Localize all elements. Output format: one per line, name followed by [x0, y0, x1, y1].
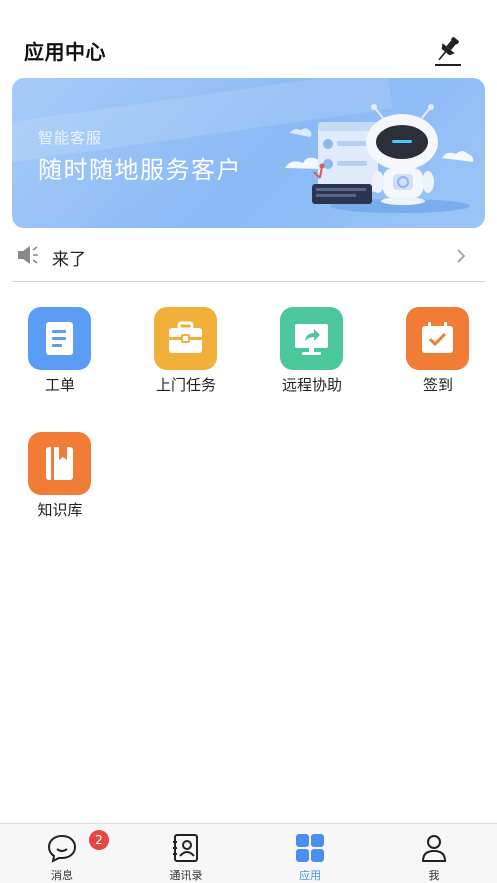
chat-icon [47, 834, 77, 863]
tab-apps[interactable]: 应用 [265, 824, 355, 883]
page-title: 应用中心 [24, 40, 106, 64]
apps-grid-icon [296, 834, 324, 862]
announcement-text: 来了 [52, 250, 86, 270]
tab-label: 通讯录 [169, 869, 203, 882]
app-label: 知识库 [37, 501, 83, 519]
chevron-right-icon [457, 249, 466, 263]
unread-badge: 2 [89, 830, 109, 850]
pin-icon [435, 36, 461, 66]
speaker-icon [18, 246, 38, 264]
tab-label: 我 [428, 869, 440, 882]
divider [12, 281, 485, 282]
pin-button[interactable] [432, 34, 464, 68]
tab-label: 消息 [51, 869, 73, 882]
banner-subtitle: 智能客服 [38, 129, 103, 147]
bottom-tab-bar: 2 消息 通讯录 应用 我 [0, 823, 497, 883]
announcement-bar[interactable]: 来了 [0, 232, 497, 282]
calendar-check-icon [406, 307, 469, 370]
tab-label: 应用 [299, 869, 321, 882]
app-label: 上门任务 [155, 376, 216, 394]
app-knowledge-base[interactable]: 知识库 [5, 432, 115, 532]
header: 应用中心 [0, 0, 497, 78]
contacts-icon [173, 834, 198, 862]
app-check-in[interactable]: 签到 [383, 307, 493, 407]
app-label: 远程协助 [281, 376, 342, 394]
robot-illustration [285, 104, 474, 213]
app-onsite-task[interactable]: 上门任务 [131, 307, 241, 407]
app-remote-assist[interactable]: 远程协助 [257, 307, 367, 407]
app-label: 工单 [44, 376, 75, 394]
promo-banner[interactable]: 智能客服 随时随地服务客户 [12, 78, 485, 228]
tab-contacts[interactable]: 通讯录 [141, 824, 231, 883]
screen-share-icon [280, 307, 343, 370]
app-work-order[interactable]: 工单 [5, 307, 115, 407]
document-icon [28, 307, 91, 370]
app-label: 签到 [422, 376, 453, 394]
banner-title: 随时随地服务客户 [38, 156, 242, 184]
tab-messages[interactable]: 2 消息 [17, 824, 109, 883]
tab-me[interactable]: 我 [389, 824, 479, 883]
book-icon [28, 432, 91, 495]
user-icon [421, 835, 447, 862]
briefcase-icon [154, 307, 217, 370]
